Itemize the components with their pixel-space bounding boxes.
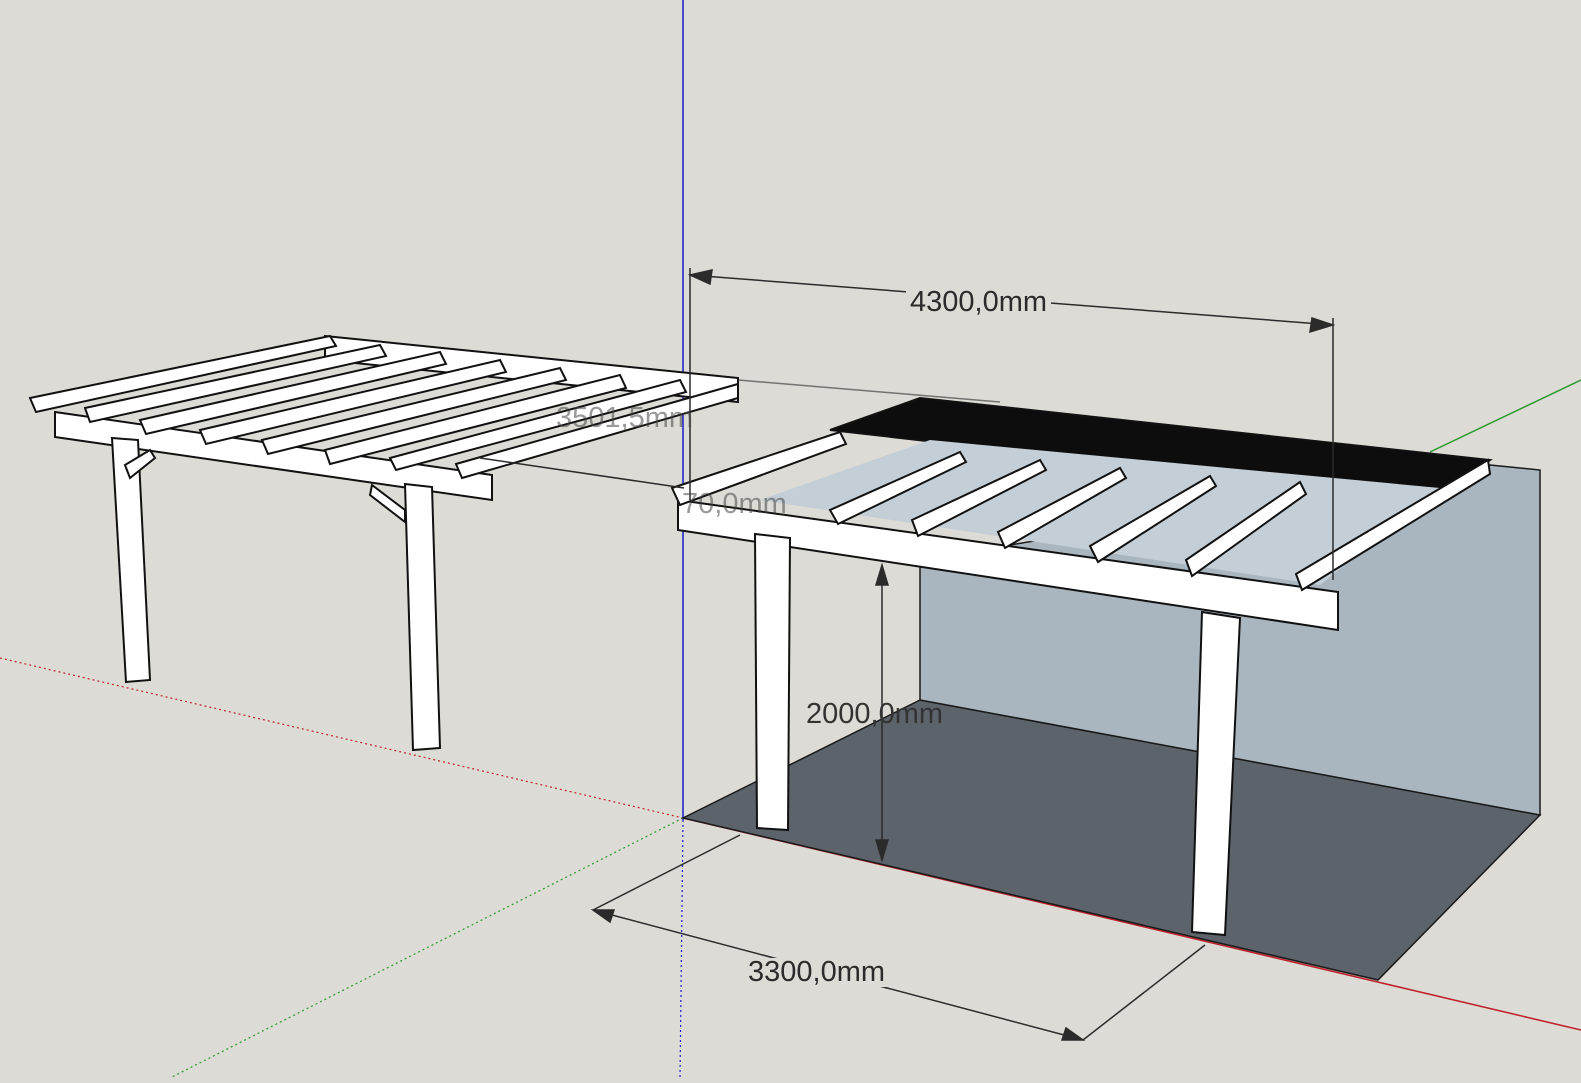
dimension-label-depth[interactable]: 3300,0mm xyxy=(744,958,890,987)
dimension-label-depth-hidden[interactable]: 3501,5mm xyxy=(556,404,693,433)
dimension-label-clear-height[interactable]: 2000,0mm xyxy=(806,700,943,729)
sketchup-viewport[interactable]: 4300,0mm 3501,5mm 70,0mm 2000,0mm 3300,0… xyxy=(0,0,1581,1079)
red-axis-hidden xyxy=(0,657,684,819)
dimension-label-beam-height[interactable]: 70,0mm xyxy=(682,490,787,519)
blue-axis-hidden xyxy=(679,819,684,1079)
3d-model-canvas[interactable] xyxy=(0,0,1581,1079)
dimension-label-width[interactable]: 4300,0mm xyxy=(906,288,1052,317)
left-carport-model[interactable] xyxy=(28,334,739,752)
green-axis-hidden xyxy=(169,817,684,1079)
green-axis xyxy=(1429,379,1581,453)
